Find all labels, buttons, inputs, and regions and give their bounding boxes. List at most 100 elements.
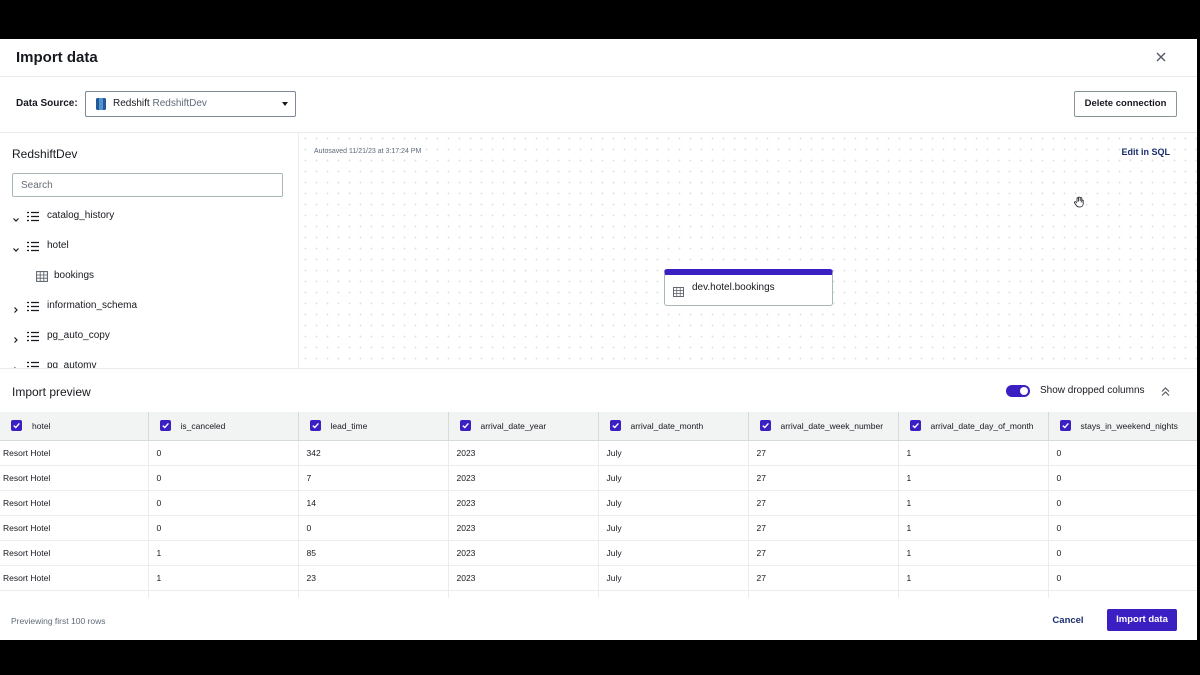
table-row: Resort Hotel 0 342 2023 July 27 1 0 — [0, 440, 1197, 466]
table-cell: 1 — [898, 490, 1049, 516]
table-cell: 0 — [1048, 465, 1197, 491]
table-cell: 2023 — [448, 490, 599, 516]
column-checkbox[interactable] — [1059, 420, 1071, 432]
data-source-select[interactable]: Redshift RedshiftDev — [85, 91, 296, 117]
preview-status: Previewing first 100 rows — [11, 616, 106, 626]
table-cell: 85 — [298, 540, 449, 566]
table-row: Resort Hotel 0 7 2023 July 27 1 0 — [0, 465, 1197, 491]
chevron-double-up-icon[interactable] — [1160, 385, 1171, 397]
search-input[interactable] — [12, 173, 283, 197]
table-cell: 0 — [298, 515, 449, 541]
table-cell: 1 — [898, 590, 1049, 598]
chevron-right-icon[interactable] — [12, 332, 20, 343]
import-preview-title: Import preview — [12, 385, 91, 399]
table-cell: 342 — [298, 440, 449, 466]
table-cell: 14 — [298, 490, 449, 516]
table-cell: Resort Hotel — [0, 540, 149, 566]
tree-item-label: pg_auto_copy — [47, 330, 110, 341]
import-preview-header: Import preview Show dropped columns — [0, 368, 1197, 412]
table-cell: 1 — [148, 540, 299, 566]
table-cell: 1 — [898, 540, 1049, 566]
tree-item-hotel[interactable]: hotel — [0, 236, 298, 256]
table-body: Resort Hotel 0 342 2023 July 27 1 0 Resort Hotel… — [0, 440, 1197, 598]
tree-item-label: pg_automv — [47, 360, 97, 368]
tree-item-pg-auto-copy[interactable]: pg_auto_copy — [0, 326, 298, 346]
table-cell: 27 — [748, 590, 899, 598]
column-checkbox[interactable] — [459, 420, 471, 432]
tree-item-pg-automv[interactable]: pg_automv — [0, 356, 298, 368]
table-cell: 0 — [1048, 440, 1197, 466]
column-checkbox[interactable] — [909, 420, 921, 432]
table-cell: 0 — [148, 515, 299, 541]
edit-in-sql-link[interactable]: Edit in SQL — [1122, 147, 1171, 157]
preview-table: hotel is_canceled lead_time arrival_date_ye… — [0, 412, 1197, 598]
table-row: Resort Hotel 1 85 2023 July 27 1 0 — [0, 540, 1197, 566]
column-header[interactable]: stays_in_weekend_nights — [1048, 412, 1197, 441]
query-canvas[interactable]: Autosaved 11/21/23 at 3:17:24 PM Edit in… — [300, 133, 1197, 368]
table-cell: July — [598, 440, 749, 466]
table-cell: 0 — [148, 490, 299, 516]
delete-connection-button[interactable]: Delete connection — [1074, 91, 1177, 117]
cancel-button[interactable]: Cancel — [1046, 610, 1090, 632]
schema-icon — [27, 330, 39, 342]
chevron-down-icon[interactable] — [12, 242, 20, 252]
table-cell: July — [598, 515, 749, 541]
import-data-button[interactable]: Import data — [1107, 609, 1177, 631]
column-header[interactable]: is_canceled — [148, 412, 299, 441]
data-source-row: Data Source: Redshift RedshiftDev Delete… — [0, 77, 1197, 133]
column-header[interactable]: hotel — [0, 412, 149, 441]
table-cell: Resort Hotel — [0, 465, 149, 491]
column-header[interactable]: arrival_date_day_of_month — [898, 412, 1049, 441]
table-cell: 27 — [748, 465, 899, 491]
table-cell: Resort Hotel — [0, 515, 149, 541]
data-source-value: Redshift — [113, 98, 150, 109]
table-cell: 2023 — [448, 465, 599, 491]
column-name: stays_in_weekend_nights — [1080, 420, 1178, 431]
column-name: arrival_date_day_of_month — [930, 420, 1034, 431]
column-name: is_canceled — [180, 420, 226, 431]
tree-item-bookings[interactable]: bookings — [0, 266, 298, 286]
hand-cursor-icon — [1073, 195, 1085, 208]
table-cell: 27 — [748, 515, 899, 541]
column-header[interactable]: arrival_date_month — [598, 412, 749, 441]
table-header-row: hotel is_canceled lead_time arrival_date_ye… — [0, 412, 1197, 441]
show-dropped-columns-toggle[interactable] — [1006, 385, 1030, 397]
table-cell: July — [598, 565, 749, 591]
tree-item-information-schema[interactable]: information_schema — [0, 296, 298, 316]
column-header[interactable]: arrival_date_week_number — [748, 412, 899, 441]
table-cell: 0 — [1048, 515, 1197, 541]
chevron-down-icon[interactable] — [12, 212, 20, 222]
modal-title: Import data — [16, 49, 98, 66]
table-cell: 0 — [148, 465, 299, 491]
column-header[interactable]: lead_time — [298, 412, 449, 441]
schema-icon — [27, 210, 39, 222]
table-row: Resort Hotel 0 0 2023 July 27 1 0 — [0, 515, 1197, 541]
table-cell: 0 — [148, 590, 299, 598]
table-row: Resort Hotel0352023July2710 — [0, 590, 1197, 598]
tree-item-catalog-history[interactable]: catalog_history — [0, 206, 298, 226]
modal-footer: Previewing first 100 rows Cancel Import … — [0, 598, 1197, 640]
preview-table-wrap[interactable]: hotel is_canceled lead_time arrival_date_ye… — [0, 412, 1197, 598]
show-dropped-columns-label: Show dropped columns — [1040, 385, 1145, 396]
column-name: arrival_date_month — [630, 420, 704, 431]
table-cell: 35 — [298, 590, 449, 598]
redshift-icon — [95, 97, 107, 111]
column-checkbox[interactable] — [759, 420, 771, 432]
column-checkbox[interactable] — [11, 420, 22, 432]
table-cell: 0 — [1048, 565, 1197, 591]
schema-icon — [27, 240, 39, 252]
column-checkbox[interactable] — [309, 420, 321, 432]
table-cell: Resort Hotel — [0, 565, 149, 591]
table-cell: 27 — [748, 540, 899, 566]
column-header[interactable]: arrival_date_year — [448, 412, 599, 441]
table-node-bookings[interactable]: dev.hotel.bookings — [664, 269, 833, 306]
column-name: lead_time — [330, 420, 368, 431]
column-checkbox[interactable] — [609, 420, 621, 432]
column-checkbox[interactable] — [159, 420, 171, 432]
modal-header: Import data — [0, 39, 1197, 77]
chevron-right-icon[interactable] — [12, 302, 20, 313]
table-cell: July — [598, 590, 749, 598]
table-cell: 1 — [898, 440, 1049, 466]
close-icon[interactable] — [1153, 49, 1169, 65]
column-name: arrival_date_year — [480, 420, 547, 431]
